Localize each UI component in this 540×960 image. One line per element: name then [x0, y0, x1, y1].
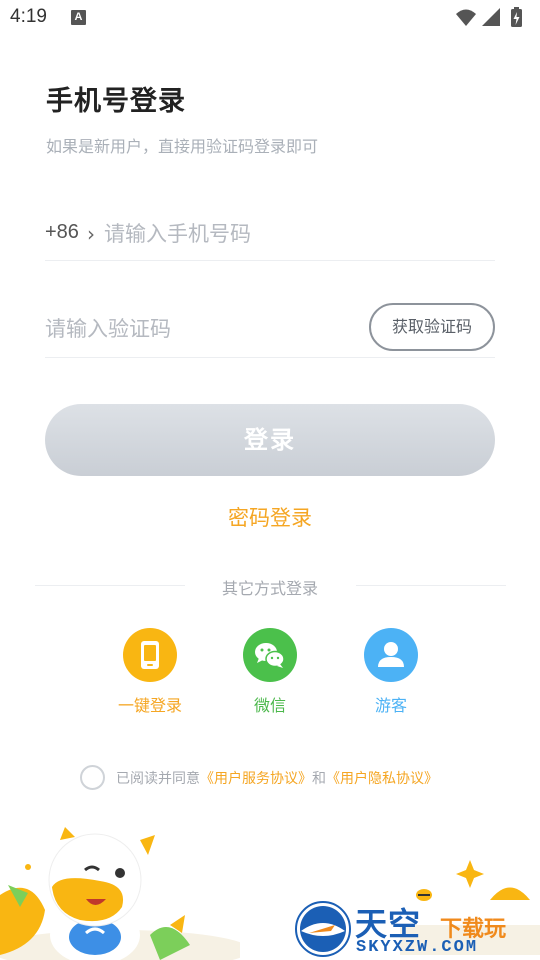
phone-number-input[interactable] [104, 214, 484, 254]
one-click-login-button[interactable]: 一键登录 [95, 628, 205, 716]
wechat-login-button[interactable]: 微信 [215, 628, 325, 716]
wifi-icon [456, 9, 476, 26]
agreement-and: 和 [312, 771, 326, 787]
user-privacy-agreement-link[interactable]: 《用户隐私协议》 [326, 771, 438, 787]
wechat-login-label: 微信 [253, 696, 286, 715]
login-button[interactable]: 登录 [45, 404, 495, 476]
watermark-url: SKYXZW.COM [356, 938, 479, 957]
verification-code-input[interactable] [45, 309, 345, 349]
wechat-icon [255, 643, 285, 668]
page-subtitle: 如果是新用户，直接用验证码登录即可 [46, 137, 319, 156]
one-click-login-circle[interactable] [123, 628, 177, 682]
divider-right [356, 585, 506, 586]
mascot-illustration [0, 827, 240, 960]
status-icons [456, 7, 522, 27]
status-bar: 4:19 A [0, 0, 540, 36]
agreement-text: 已阅读并同意《用户服务协议》和《用户隐私协议》 [116, 768, 438, 788]
watermark-logo-icon [295, 901, 351, 957]
password-login-link[interactable]: 密码登录 [0, 502, 540, 532]
phone-input-row: +86 › [45, 205, 495, 261]
signal-icon [482, 8, 500, 26]
user-service-agreement-link[interactable]: 《用户服务协议》 [200, 771, 312, 787]
other-methods-label: 其它方式登录 [221, 579, 318, 598]
guest-login-button[interactable]: 游客 [336, 628, 446, 716]
status-time: 4:19 [10, 6, 47, 27]
one-click-login-label: 一键登录 [117, 696, 182, 715]
agreement-row: 已阅读并同意《用户服务协议》和《用户隐私协议》 [80, 765, 500, 791]
phone-icon [141, 641, 159, 669]
agreement-prefix: 已阅读并同意 [116, 771, 200, 787]
page-title: 手机号登录 [46, 86, 186, 117]
guest-login-label: 游客 [374, 696, 407, 715]
agree-checkbox[interactable] [80, 765, 105, 790]
chevron-right-icon[interactable]: › [87, 222, 95, 246]
guest-login-circle[interactable] [364, 628, 418, 682]
battery-charging-icon [511, 7, 522, 27]
get-code-button[interactable]: 获取验证码 [369, 303, 495, 351]
user-icon [378, 642, 404, 667]
wechat-login-circle[interactable] [243, 628, 297, 682]
country-code-selector[interactable]: +86 [45, 221, 79, 244]
code-input-row: 获取验证码 [45, 300, 495, 358]
notification-app-icon: A [71, 10, 86, 25]
